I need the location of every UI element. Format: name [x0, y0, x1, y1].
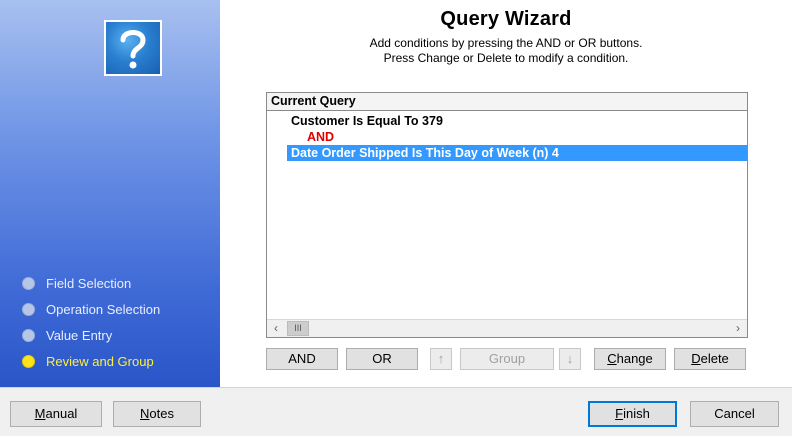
change-button[interactable]: Change	[594, 348, 666, 370]
move-up-button[interactable]: ↑	[430, 348, 452, 370]
change-mnemonic: C	[607, 351, 617, 366]
arrow-down-icon: ↓	[566, 351, 574, 366]
step-bullet-icon	[22, 354, 35, 368]
wizard-steps: Field Selection Operation Selection Valu…	[22, 270, 160, 374]
and-button[interactable]: AND	[266, 348, 338, 370]
step-label: Field Selection	[46, 275, 132, 291]
delete-mnemonic: D	[691, 351, 701, 366]
current-query-header: Current Query	[267, 93, 747, 111]
move-down-button[interactable]: ↓	[559, 348, 581, 370]
step-label: Operation Selection	[46, 301, 161, 317]
query-operator-and[interactable]: AND	[307, 129, 334, 145]
question-mark-icon	[106, 22, 160, 74]
finish-button[interactable]: Finish	[588, 401, 677, 427]
chevron-right-icon[interactable]: ›	[729, 320, 747, 337]
or-button[interactable]: OR	[346, 348, 418, 370]
arrow-up-icon: ↑	[437, 351, 445, 366]
delete-label: elete	[700, 351, 729, 366]
manual-button[interactable]: Manual	[10, 401, 102, 427]
instructions-line-2: Press Change or Delete to modify a condi…	[383, 51, 629, 65]
change-label: hange	[616, 351, 653, 366]
notes-mnemonic: N	[140, 406, 150, 421]
horizontal-scrollbar[interactable]: ‹ III ›	[267, 319, 747, 337]
notes-label: otes	[149, 406, 174, 421]
step-field-selection: Field Selection	[22, 270, 160, 296]
chevron-left-icon[interactable]: ‹	[267, 320, 285, 337]
page-title: Query Wizard	[440, 8, 572, 30]
wizard-logo	[104, 20, 162, 76]
wizard-sidebar: Field Selection Operation Selection Valu…	[0, 0, 220, 387]
step-label: Value Entry	[46, 327, 113, 343]
step-bullet-icon	[22, 302, 35, 316]
query-condition-1[interactable]: Customer Is Equal To 379	[291, 113, 443, 129]
delete-button[interactable]: Delete	[674, 348, 746, 370]
query-condition-2-selected[interactable]: Date Order Shipped Is This Day of Week (…	[287, 145, 747, 161]
step-operation-selection: Operation Selection	[22, 296, 160, 322]
step-bullet-icon	[22, 328, 35, 342]
manual-mnemonic: M	[34, 406, 46, 421]
wizard-footer: Manual Notes Finish Cancel	[0, 387, 792, 436]
finish-label: inish	[623, 406, 650, 421]
group-button[interactable]: Group	[460, 348, 554, 370]
step-value-entry: Value Entry	[22, 322, 160, 348]
step-bullet-icon	[22, 276, 35, 290]
finish-mnemonic: F	[615, 406, 624, 421]
notes-button[interactable]: Notes	[113, 401, 201, 427]
wizard-main: Query Wizard Add conditions by pressing …	[220, 0, 792, 387]
step-review-and-group: Review and Group	[22, 348, 160, 374]
current-query-list[interactable]: Current Query Customer Is Equal To 379 A…	[266, 92, 748, 338]
cancel-button[interactable]: Cancel	[690, 401, 779, 427]
manual-label: anual	[45, 406, 78, 421]
step-label: Review and Group	[46, 353, 154, 369]
instructions-line-1: Add conditions by pressing the AND or OR…	[369, 36, 643, 50]
scrollbar-thumb[interactable]: III	[287, 321, 309, 336]
